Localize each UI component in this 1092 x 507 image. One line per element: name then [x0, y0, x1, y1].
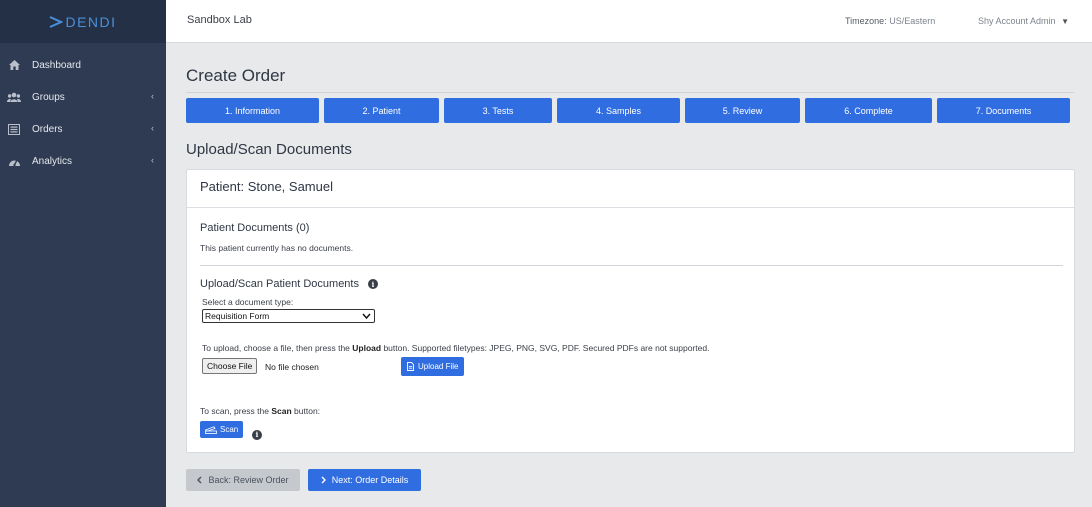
upload-file-label: Upload File [418, 362, 459, 371]
user-name: Shy Account Admin [978, 16, 1056, 26]
step-documents[interactable]: 7. Documents [937, 98, 1070, 123]
sidebar-item-dashboard[interactable]: Dashboard [0, 49, 166, 81]
sidebar-item-analytics[interactable]: Analytics ‹ [0, 145, 166, 177]
patient-documents-empty: This patient currently has no documents. [200, 243, 354, 253]
info-icon[interactable]: i [252, 429, 262, 440]
scanner-icon [205, 425, 217, 434]
upload-help-text: To upload, choose a file, then press the [202, 343, 353, 353]
sidebar-item-label: Groups [32, 91, 65, 103]
sidebar-item-label: Orders [32, 123, 63, 135]
user-menu[interactable]: Shy Account Admin ▼ [978, 16, 1069, 26]
step-complete[interactable]: 6. Complete [805, 98, 932, 123]
upload-instructions: To upload, choose a file, then press the… [202, 343, 709, 353]
chevron-left-icon: ‹ [151, 123, 154, 133]
caret-down-icon: ▼ [1061, 17, 1069, 26]
upload-section-label: Upload/Scan Patient Documents [200, 278, 359, 290]
patient-documents-title: Patient Documents (0) [200, 222, 310, 234]
home-icon [7, 58, 21, 72]
brand-name: DENDI [65, 13, 117, 30]
back-review-order-button[interactable]: Back: Review Order [186, 469, 300, 491]
documents-card: Patient: Stone, Samuel Patient Documents… [186, 169, 1075, 453]
title-divider [186, 92, 1074, 93]
chevron-left-icon [197, 476, 202, 484]
step-review[interactable]: 5. Review [685, 98, 800, 123]
scan-help-text-end: button: [291, 406, 321, 416]
timezone-value: US/Eastern [889, 16, 936, 26]
next-label: Next: Order Details [331, 475, 409, 485]
scan-help-text: To scan, press the [200, 406, 272, 416]
section-title: Upload/Scan Documents [186, 141, 352, 158]
lab-name: Sandbox Lab [187, 14, 252, 26]
chevron-left-icon: ‹ [151, 155, 154, 165]
top-bar: Sandbox Lab Timezone: US/Eastern Shy Acc… [166, 0, 1092, 43]
upload-help-text-end: button. Supported filetypes: JPEG, PNG, … [381, 343, 710, 353]
step-tests[interactable]: 3. Tests [444, 98, 552, 123]
upload-section-title: Upload/Scan Patient Documents i [200, 278, 378, 290]
sidebar-nav: Dashboard Groups ‹ Orders ‹ Analytics ‹ [0, 43, 166, 177]
patient-header: Patient: Stone, Samuel [187, 170, 1074, 208]
scan-info: i [252, 424, 262, 442]
section-divider [200, 265, 1063, 266]
step-patient[interactable]: 2. Patient [324, 98, 439, 123]
chevron-right-icon [321, 476, 326, 484]
document-type-value: Requisition Form [205, 311, 270, 321]
document-type-select[interactable]: Requisition Form [202, 309, 375, 323]
scan-help-bold: Scan [271, 406, 292, 416]
scan-label: Scan [220, 425, 239, 434]
brand-header: DENDI [0, 0, 166, 43]
users-icon [7, 90, 21, 104]
logo-arrow-icon [50, 15, 64, 28]
document-type-label: Select a document type: [202, 297, 294, 307]
choose-file-button[interactable]: Choose File [202, 358, 258, 374]
dendi-logo[interactable]: DENDI [49, 14, 116, 30]
step-information[interactable]: 1. Information [186, 98, 319, 123]
sidebar: DENDI Dashboard Groups ‹ Orders ‹ Analyt… [0, 0, 166, 507]
gauge-icon [7, 154, 21, 168]
back-label: Back: Review Order [208, 475, 289, 485]
sidebar-item-label: Analytics [32, 155, 73, 167]
upload-file-button[interactable]: Upload File [401, 357, 465, 376]
page-title: Create Order [186, 66, 286, 85]
list-icon [7, 122, 21, 136]
next-order-details-button[interactable]: Next: Order Details [308, 469, 421, 491]
scan-instructions: To scan, press the Scan button: [200, 406, 320, 416]
upload-help-bold: Upload [352, 343, 382, 353]
info-icon[interactable]: i [367, 279, 378, 289]
timezone-display: Timezone: US/Eastern [845, 16, 935, 26]
file-icon [407, 362, 414, 371]
timezone-label: Timezone: [845, 16, 887, 26]
sidebar-item-orders[interactable]: Orders ‹ [0, 113, 166, 145]
file-status: No file chosen [265, 362, 319, 372]
sidebar-item-groups[interactable]: Groups ‹ [0, 81, 166, 113]
chevron-left-icon: ‹ [151, 91, 154, 101]
chevron-down-icon [362, 313, 371, 320]
step-samples[interactable]: 4. Samples [557, 98, 680, 123]
scan-button[interactable]: Scan [200, 421, 244, 438]
sidebar-item-label: Dashboard [32, 59, 81, 71]
